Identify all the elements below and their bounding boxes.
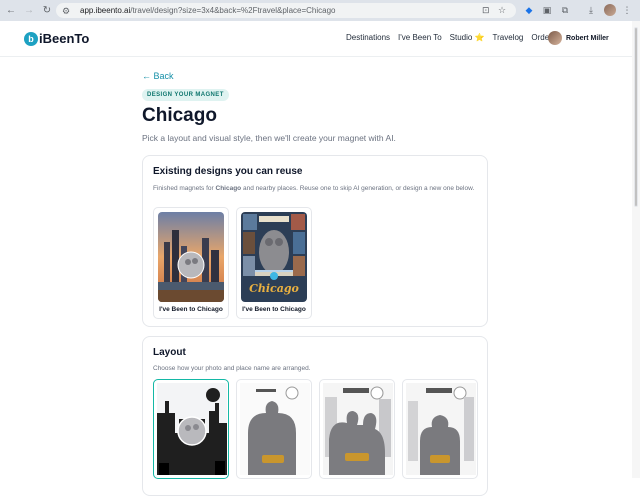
scrollbar-thumb[interactable] [634,27,638,207]
nav-ive-been-to[interactable]: I've Been To [398,33,442,42]
layout-option-1[interactable] [153,379,229,479]
bookmark-star-icon[interactable]: ☆ [498,5,506,16]
site-logo[interactable]: b iBeenTo [24,31,89,46]
layout-option-3[interactable] [319,379,395,479]
layout-preview-silhouette [323,383,393,475]
existing-designs-heading: Existing designs you can reuse [153,166,303,177]
desc-text-2: and nearby places. Reuse one to skip AI … [241,185,475,192]
page-subtitle: Pick a layout and visual style, then we'… [142,133,396,143]
layout-preview-silhouette [240,383,310,475]
profile-avatar[interactable] [604,4,616,16]
back-arrow-icon[interactable]: ← [4,4,18,18]
layout-preview-silhouette [406,383,476,475]
desc-text: Finished magnets for [153,185,216,192]
layout-option-2[interactable] [236,379,312,479]
address-bar[interactable]: ⚙ app.ibeento.ai/travel/design?size=3x4&… [56,3,516,18]
layout-card: Layout Choose how your photo and place n… [142,336,488,496]
extension-icon[interactable]: ◆ [522,3,536,17]
page-title: Chicago [142,105,217,126]
design-caption: I've Been to Chicago [242,306,306,313]
browser-toolbar: ← → ↻ ⚙ app.ibeento.ai/travel/design?siz… [0,0,640,21]
existing-design-2[interactable]: Chicago I've Been to Chicago [236,207,312,319]
design-preview-image: Chicago [241,212,307,302]
extensions-icon[interactable]: ⧉ [558,3,572,17]
existing-design-1[interactable]: I've Been to Chicago [153,207,229,319]
user-name: Robert Miller [566,34,609,42]
svg-text:Chicago: Chicago [249,282,299,295]
site-header: b iBeenTo Destinations I've Been To Stud… [0,21,632,57]
scrollbar[interactable] [632,21,640,478]
nav-studio[interactable]: Studio ⭐ [450,33,485,42]
layout-description: Choose how your photo and place name are… [153,365,311,372]
layout-option-4[interactable] [402,379,478,479]
section-badge: DESIGN YOUR MAGNET [142,89,229,101]
layout-heading: Layout [153,347,186,358]
url-domain: app.ibeento.ai [80,6,131,15]
logo-text: iBeenTo [39,31,90,46]
existing-designs-description: Finished magnets for Chicago and nearby … [153,184,479,193]
design-caption: I've Been to Chicago [159,306,223,313]
existing-designs-card: Existing designs you can reuse Finished … [142,155,488,327]
site-info-icon[interactable]: ⚙ [62,6,72,16]
menu-kebab-icon[interactable]: ⋮ [620,3,634,17]
back-link[interactable]: ← Back [142,71,174,81]
layout-preview-silhouette [157,383,227,475]
main-nav: Destinations I've Been To Studio ⭐ Trave… [346,33,556,42]
extension-puzzle-icon[interactable]: ▣ [540,3,554,17]
logo-mark-icon: b [24,31,38,46]
url-path: /travel/design?size=3x4&back=%2Ftravel&p… [130,6,336,15]
page: b iBeenTo Destinations I've Been To Stud… [0,21,632,496]
chicago-collage-magnet: Chicago [241,212,307,302]
user-menu[interactable]: Robert Miller [548,31,609,45]
nav-destinations[interactable]: Destinations [346,33,390,42]
chicago-skyline-photo [158,212,224,302]
download-icon[interactable]: ⤓ [584,3,598,17]
avatar [548,31,562,45]
design-preview-image [158,212,224,302]
desc-place: Chicago [215,185,242,192]
install-app-icon[interactable]: ⊡ [482,5,490,16]
reload-icon[interactable]: ↻ [40,4,54,18]
nav-travelog[interactable]: Travelog [493,33,524,42]
forward-arrow-icon[interactable]: → [22,4,36,18]
